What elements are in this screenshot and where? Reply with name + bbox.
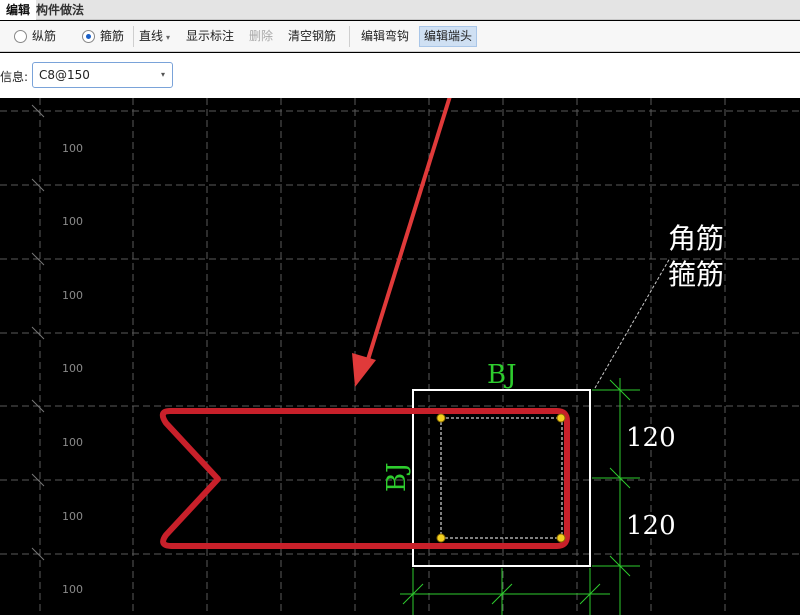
row-label: 100 [62,142,83,155]
dim-value-top: 120 [626,423,676,453]
pointer-arrow [352,98,452,387]
inner-core-outline [440,417,563,539]
toolbar: 纵筋 箍筋 直线 ▾ 显示标注 删除 清空钢筋 编辑弯钩 编辑端头 [0,21,800,52]
dimension-lines-right [592,378,640,615]
rebar-info-value: C8@150 [39,68,90,82]
stirrup-rebar[interactable] [159,408,570,549]
chevron-down-icon: ▾ [166,33,171,42]
grid-vertical-lines [39,98,726,615]
row-label: 100 [62,583,83,596]
line-type-dropdown[interactable]: 直线 ▾ [139,21,170,52]
row-label: 100 [62,436,83,449]
line-type-label: 直线 [139,29,164,43]
longitudinal-label: 纵筋 [32,29,57,43]
longitudinal-radio[interactable] [14,30,27,43]
info-bar: 信息: C8@150 ▾ [0,53,800,98]
delete-button[interactable]: 删除 [249,21,273,52]
row-label: 100 [62,510,83,523]
stirrup-label: 箍筋 [100,29,125,43]
tab-component-method[interactable]: 构件做法 [30,0,90,20]
row-labels: 100 100 100 100 100 100 100 [62,142,83,596]
tab-bar: 编辑 构件做法 [0,0,800,20]
clear-rebar-button[interactable]: 清空钢筋 [288,21,336,52]
row-label: 100 [62,289,83,302]
corner-rebars [436,413,566,543]
dim-value-bottom: 120 [626,511,676,541]
stirrup-radio[interactable] [82,30,95,43]
edit-end-button[interactable]: 编辑端头 [419,26,478,47]
row-label: 100 [62,362,83,375]
toolbar-separator [349,26,350,47]
info-label: 信息: [0,70,29,84]
edit-bend-button[interactable]: 编辑弯钩 [361,21,409,52]
dim-label-bj-top: BJ [487,360,517,390]
row-label: 100 [62,215,83,228]
rebar-info-select[interactable]: C8@150 ▾ [32,62,173,88]
annotation-corner-bar: 角筋 [668,222,724,255]
dimension-lines-bottom [400,568,610,615]
chevron-down-icon: ▾ [160,70,165,79]
annotation-stirrup: 箍筋 [668,258,724,291]
show-dims-button[interactable]: 显示标注 [186,21,234,52]
toolbar-separator [133,26,134,47]
annotation-leader-line [594,257,671,389]
drawing-canvas[interactable]: 100 100 100 100 100 100 100 BJ BJ 120 12… [0,98,800,615]
dim-label-bj-left: BJ [382,462,412,492]
